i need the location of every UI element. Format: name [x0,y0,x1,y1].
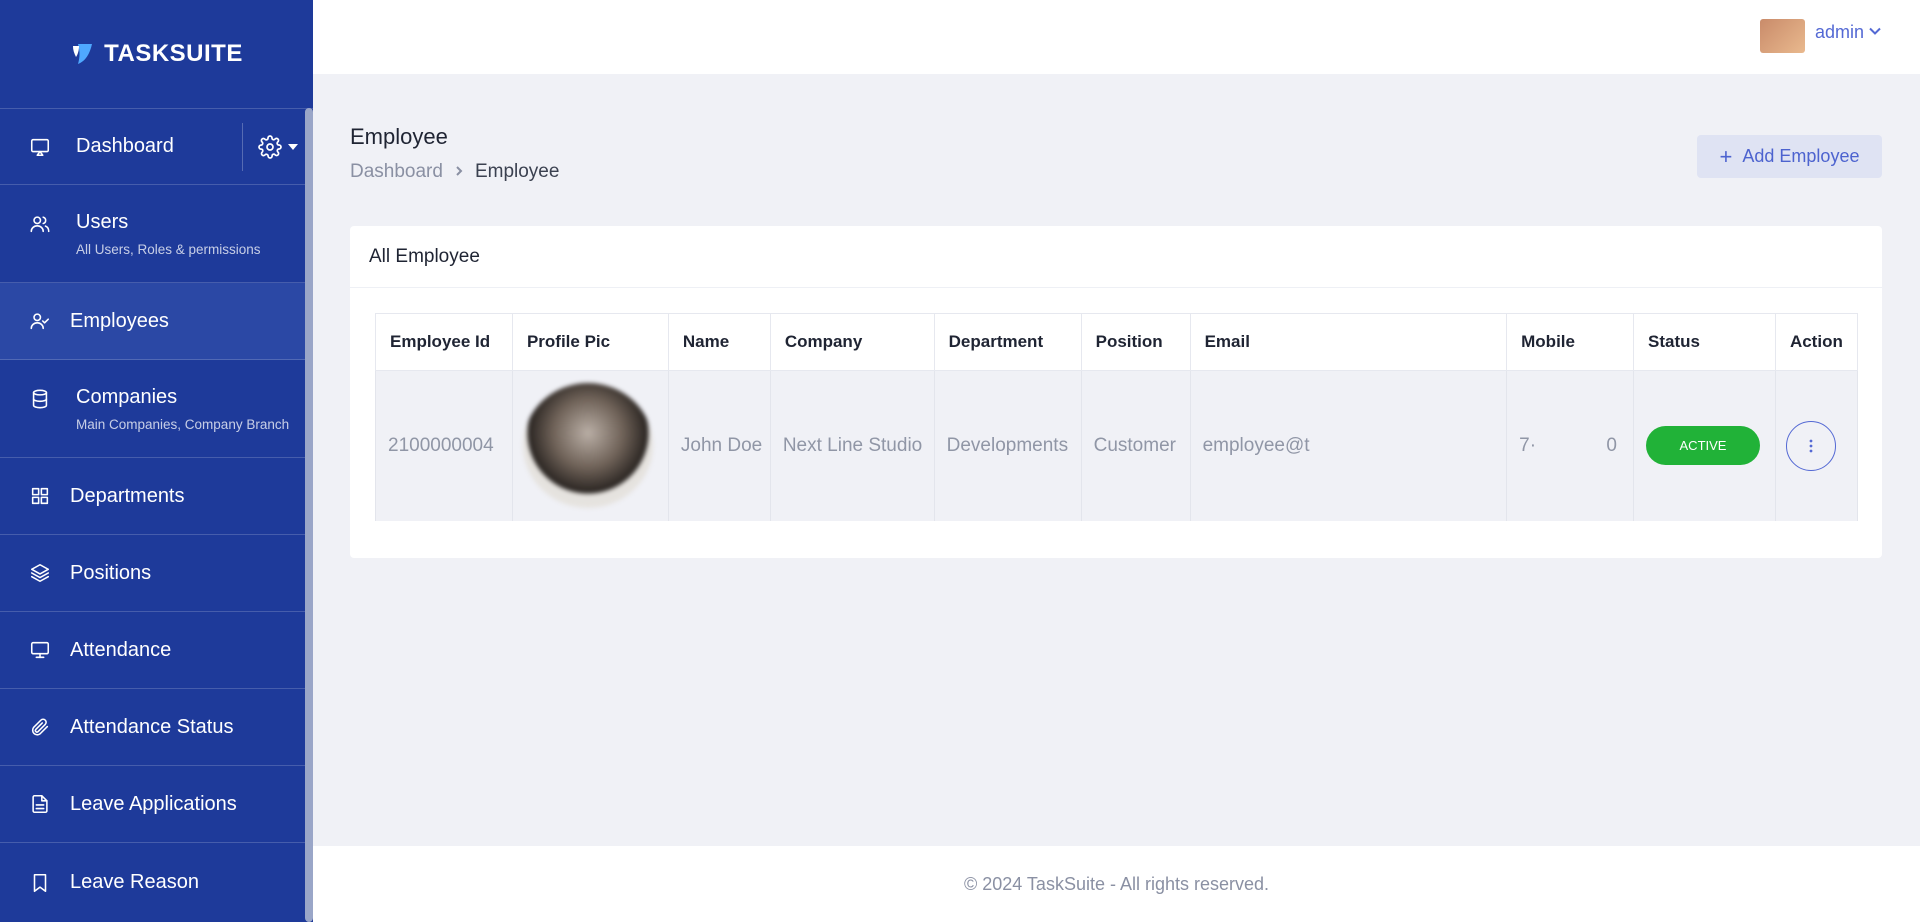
status-cell: ACTIVE [1633,370,1776,521]
monitor-play-icon [28,135,52,159]
row-actions-button[interactable] [1785,420,1836,471]
mobile-start: 7· [1519,434,1537,456]
column-header[interactable]: Action [1775,313,1859,371]
sidebar-item-attendance[interactable]: Attendance [0,612,313,689]
profile-picture[interactable] [522,383,653,509]
copyright-text: © 2024 TaskSuite - All rights reserved. [963,873,1270,894]
divider [242,123,243,171]
users-icon [28,212,52,236]
sidebar-item-label: Dashboard [76,135,174,157]
email-cell: employee@t [1190,370,1508,521]
topbar: admin [313,0,1920,74]
column-header[interactable]: Company [770,313,935,371]
column-header[interactable]: Employee Id [375,313,513,371]
brand[interactable]: TASKSUITE [0,0,313,108]
column-header[interactable]: Department [934,313,1082,371]
column-header[interactable]: Profile Pic [512,313,669,371]
user-name: admin [1814,22,1864,42]
employee-id-cell: 2100000004 [375,370,513,521]
sidebar-item-label: Attendance Status [70,715,234,738]
caret-down-icon [288,144,298,150]
file-text-icon [28,792,52,816]
card-title: All Employee [350,226,1882,288]
sidebar-item-label: Companies [76,385,178,408]
sidebar-item-label: Employees [70,309,169,332]
sidebar-item-sublabel: Main Companies, Company Branch [76,416,290,432]
paperclip-icon [28,715,52,739]
sidebar-item-dashboard[interactable]: Dashboard [0,109,313,185]
brand-name: TASKSUITE [104,40,243,67]
column-header[interactable]: Position [1081,313,1191,371]
column-header[interactable]: Mobile [1506,313,1634,371]
layers-icon [28,561,52,585]
sidebar-item-employees[interactable]: Employees [0,283,313,360]
gear-icon [258,135,282,159]
sidebar-item-attendance-status[interactable]: Attendance Status [0,689,313,766]
sidebar-item-label: Departments [70,484,185,507]
monitor-icon [28,638,52,662]
settings-dropdown[interactable] [258,135,298,159]
sidebar: TASKSUITE Dashboard Users All Users, Rol… [0,0,313,922]
action-cell [1775,370,1859,521]
sidebar-item-companies[interactable]: Companies Main Companies, Company Branch [0,360,313,458]
profile-pic-cell [512,370,669,521]
user-check-icon [28,309,52,333]
name-cell: John Doe [668,370,771,521]
plus-icon: + [1719,143,1733,169]
status-badge[interactable]: ACTIVE [1646,426,1760,466]
sidebar-item-label: Attendance [70,638,172,661]
sidebar-item-label: Users [76,210,129,233]
sidebar-nav: Dashboard Users All Users, Roles & permi… [0,108,313,922]
table-row[interactable]: 2100000004 John Doe Next Line Studio Dev… [375,370,1859,521]
mobile-cell: 7· 0 [1506,370,1634,521]
sidebar-item-label: Positions [70,561,152,584]
sidebar-item-leave-applications[interactable]: Leave Applications [0,766,313,843]
position-cell: Customer [1081,370,1191,521]
column-header[interactable]: Status [1633,313,1776,371]
breadcrumb-current: Employee [474,161,560,182]
add-employee-button[interactable]: + Add Employee [1697,135,1882,178]
bookmark-icon [28,871,52,895]
breadcrumb: Dashboard Employee [350,161,559,183]
chevron-down-icon [1868,22,1882,43]
sidebar-item-departments[interactable]: Departments [0,458,313,535]
brand-logo-icon [73,44,93,64]
footer: © 2024 TaskSuite - All rights reserved. [313,846,1920,922]
more-vertical-icon [1809,439,1813,453]
add-employee-label: Add Employee [1742,146,1860,166]
employee-card: All Employee Employee Id Profile Pic Nam… [350,226,1882,558]
employee-table: Employee Id Profile Pic Name Company Dep… [375,313,1859,521]
database-icon [28,387,52,411]
sidebar-item-sublabel: All Users, Roles & permissions [76,241,261,257]
page-title: Employee [350,124,448,149]
breadcrumb-dashboard-link[interactable]: Dashboard [350,161,443,183]
mobile-end: 0 [1606,434,1617,456]
avatar[interactable] [1760,19,1805,53]
company-cell: Next Line Studio [770,370,935,521]
sidebar-item-label: Leave Reason [70,871,199,893]
sidebar-item-leave-reason[interactable]: Leave Reason [0,843,313,922]
sidebar-item-users[interactable]: Users All Users, Roles & permissions [0,185,313,283]
chevron-right-icon [453,161,465,183]
user-menu[interactable]: admin [1815,22,1882,43]
column-header[interactable]: Email [1190,313,1508,371]
grid-icon [28,484,52,508]
table-header-row: Employee Id Profile Pic Name Company Dep… [375,313,1859,371]
sidebar-scrollbar[interactable] [305,108,313,922]
column-header[interactable]: Name [668,313,771,371]
department-cell: Developments [934,370,1082,521]
sidebar-item-positions[interactable]: Positions [0,535,313,612]
sidebar-item-label: Leave Applications [70,792,237,815]
